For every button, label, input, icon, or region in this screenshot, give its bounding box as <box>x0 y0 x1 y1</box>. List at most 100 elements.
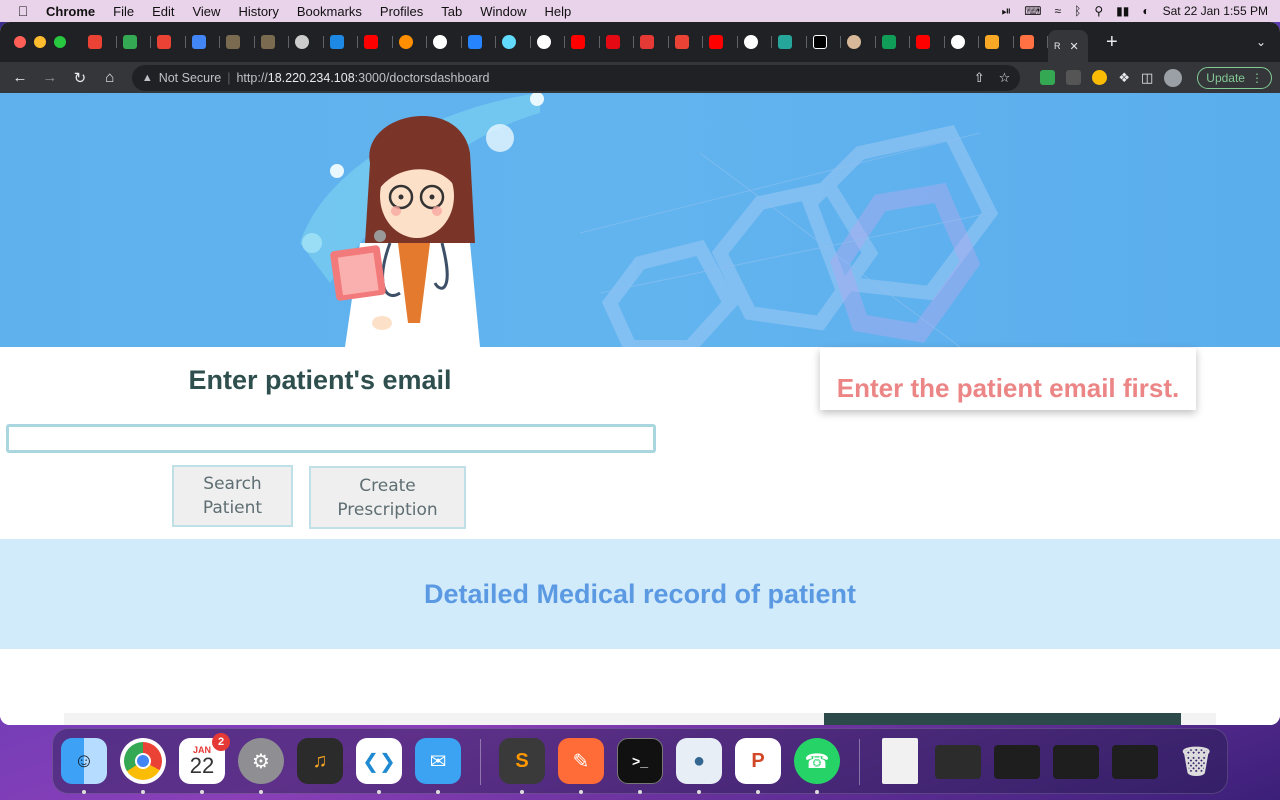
tab[interactable] <box>600 28 635 56</box>
document-stack-icon[interactable] <box>882 738 918 784</box>
share-icon[interactable]: ⇧ <box>974 70 985 86</box>
gmail-favicon-icon <box>674 35 689 49</box>
bookmark-star-icon[interactable]: ☆ <box>999 70 1011 86</box>
tab[interactable] <box>979 28 1014 56</box>
extension-grid-icon[interactable] <box>1066 70 1082 85</box>
apple-menu-icon[interactable]:  <box>0 3 46 19</box>
back-arrow-icon[interactable]: ← <box>8 69 32 86</box>
patient-email-input[interactable] <box>6 424 656 453</box>
mail-icon[interactable]: ✉ <box>415 738 461 784</box>
play-status-icon[interactable]: ⏯ <box>1002 4 1012 19</box>
update-button[interactable]: Update ⋮ <box>1197 66 1272 89</box>
extension-check-icon[interactable] <box>1040 70 1056 85</box>
calendar-icon[interactable]: JAN 22 2 <box>179 733 230 784</box>
tab[interactable] <box>876 28 911 56</box>
close-tab-icon[interactable]: ✕ <box>1070 40 1079 53</box>
search-patient-button[interactable]: Search Patient <box>172 465 293 527</box>
tab[interactable] <box>738 28 773 56</box>
postgresql-icon[interactable]: ● <box>676 738 722 784</box>
window-controls <box>0 36 82 48</box>
tab[interactable] <box>703 28 738 56</box>
system-preferences-icon[interactable]: ⚙ <box>238 738 284 784</box>
garageband-icon[interactable]: ♫ <box>297 738 343 784</box>
tab[interactable] <box>255 28 290 56</box>
active-tab[interactable]: R ✕ <box>1048 30 1088 62</box>
profile-avatar[interactable] <box>1164 68 1183 87</box>
tab[interactable] <box>910 28 945 56</box>
tab[interactable] <box>393 28 428 56</box>
youtube-favicon-icon <box>916 35 930 49</box>
zoom-window-button[interactable] <box>54 36 66 48</box>
menu-profiles[interactable]: Profiles <box>371 4 432 19</box>
react-favicon-icon <box>502 35 516 49</box>
tab[interactable] <box>220 28 255 56</box>
menu-view[interactable]: View <box>183 4 229 19</box>
github-favicon-icon <box>536 35 551 49</box>
tab[interactable] <box>807 28 842 56</box>
wifi-icon[interactable]: ≈ <box>1055 4 1062 18</box>
tab[interactable] <box>289 28 324 56</box>
site-favicon-icon <box>1019 35 1034 49</box>
menu-file[interactable]: File <box>104 4 143 19</box>
tab[interactable] <box>634 28 669 56</box>
tab[interactable] <box>565 28 600 56</box>
vscode-icon[interactable]: ❮❯ <box>356 738 402 784</box>
menu-edit[interactable]: Edit <box>143 4 183 19</box>
tab[interactable] <box>1014 28 1049 56</box>
menu-help[interactable]: Help <box>536 4 581 19</box>
keyboard-icon[interactable]: ⌨ <box>1024 4 1041 18</box>
menubar-clock[interactable]: Sat 22 Jan 1:55 PM <box>1163 4 1268 18</box>
terminal-icon[interactable]: >_ <box>617 738 663 784</box>
menu-tab[interactable]: Tab <box>432 4 471 19</box>
menu-history[interactable]: History <box>229 4 287 19</box>
finder-icon[interactable]: ☺ <box>61 738 107 784</box>
address-bar[interactable]: ▲ Not Secure | http://18.220.234.108:300… <box>131 64 1021 91</box>
bluetooth-icon[interactable]: ᛒ <box>1074 4 1081 18</box>
tab[interactable] <box>496 28 531 56</box>
battery-icon[interactable]: ▮▮ <box>1116 4 1129 18</box>
tab[interactable] <box>462 28 497 56</box>
spotlight-search-icon[interactable]: ⚲ <box>1094 4 1103 18</box>
control-center-icon[interactable]: ◐ <box>1142 4 1149 18</box>
whatsapp-icon[interactable]: ☎ <box>794 738 840 784</box>
tab[interactable] <box>772 28 807 56</box>
minimized-window-powerpoint[interactable] <box>935 745 981 779</box>
menu-bookmarks[interactable]: Bookmarks <box>288 4 371 19</box>
tab[interactable] <box>427 28 462 56</box>
extensions-puzzle-icon[interactable]: ❖ <box>1118 70 1130 86</box>
new-tab-icon[interactable]: + <box>1106 31 1118 54</box>
minimized-window-vscode[interactable] <box>994 745 1040 779</box>
side-panel-icon[interactable]: ◫ <box>1141 70 1153 86</box>
create-prescription-button[interactable]: Create Prescription <box>309 466 466 529</box>
tab[interactable] <box>531 28 566 56</box>
minimized-window-whatsapp[interactable] <box>1053 745 1099 779</box>
trash-icon[interactable]: 🗑 <box>1173 738 1219 784</box>
tab[interactable] <box>151 28 186 56</box>
powerpoint-icon[interactable]: P <box>735 738 781 784</box>
minimized-window-vscode[interactable] <box>1112 745 1158 779</box>
reload-icon[interactable]: ↻ <box>68 69 92 87</box>
dock-separator <box>859 739 860 785</box>
tab[interactable] <box>358 28 393 56</box>
menu-app-name[interactable]: Chrome <box>46 4 104 19</box>
jira-favicon-icon <box>467 35 482 49</box>
tab[interactable] <box>186 28 221 56</box>
tab[interactable] <box>117 28 152 56</box>
chrome-icon[interactable] <box>120 738 166 784</box>
tab[interactable] <box>945 28 980 56</box>
postman-icon[interactable]: ✎ <box>558 738 604 784</box>
tab[interactable] <box>324 28 359 56</box>
tab-search-chevron-icon[interactable]: ⌄ <box>1256 35 1266 49</box>
tab[interactable] <box>82 28 117 56</box>
extension-color-icon[interactable] <box>1092 70 1108 85</box>
forward-arrow-icon[interactable]: → <box>38 69 62 86</box>
more-menu-icon[interactable]: ⋮ <box>1251 71 1263 85</box>
home-icon[interactable]: ⌂ <box>98 69 122 86</box>
tab[interactable] <box>669 28 704 56</box>
sublime-text-icon[interactable]: S <box>499 738 545 784</box>
tab[interactable] <box>841 28 876 56</box>
minimize-window-button[interactable] <box>34 36 46 48</box>
menu-window[interactable]: Window <box>471 4 535 19</box>
close-window-button[interactable] <box>14 36 26 48</box>
warning-triangle-icon[interactable]: ▲ <box>142 72 153 84</box>
